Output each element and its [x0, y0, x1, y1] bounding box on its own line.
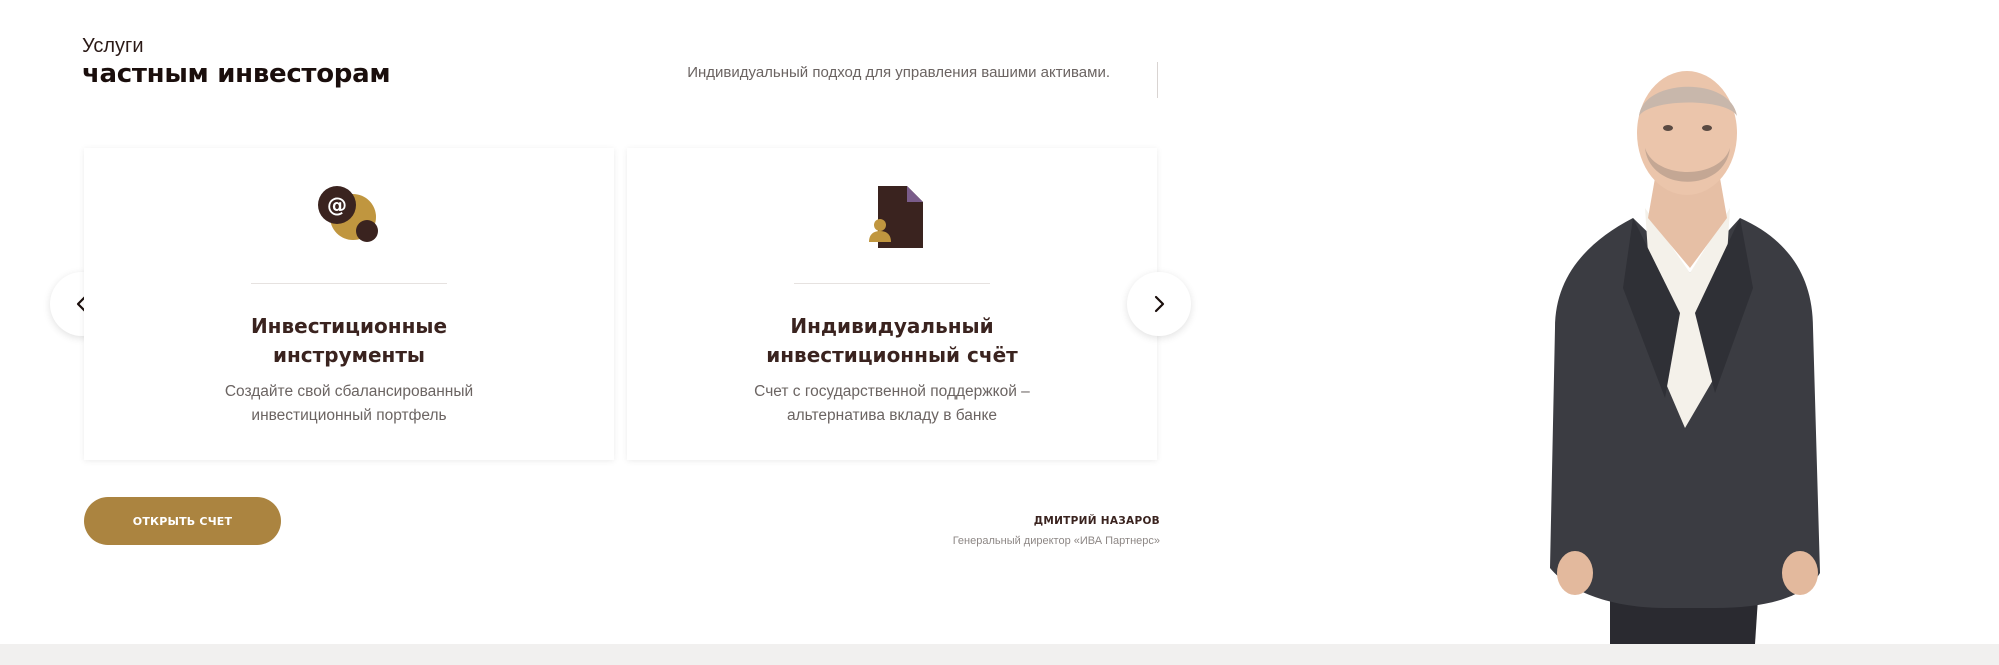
card-title: Инвестиционные инструменты: [250, 314, 448, 367]
person-name: ДМИТРИЙ НАЗАРОВ: [1033, 515, 1160, 527]
service-card-iis[interactable]: Индивидуальный инвестиционный счёт Счет …: [627, 148, 1157, 460]
card-description: Счет с государственной поддержкой – альт…: [754, 383, 1030, 424]
section-title-big: частным инвесторам: [82, 59, 391, 89]
chevron-right-icon: [1154, 295, 1165, 313]
card-description: Создайте свой сбалансированный инвестици…: [224, 383, 474, 424]
card-divider: [794, 283, 990, 284]
section-heading: Услуги частным инвесторам: [82, 34, 391, 90]
footer-strip: [0, 644, 1999, 665]
card-divider: [251, 283, 447, 284]
document-person-icon: [869, 186, 923, 248]
card-title: Индивидуальный инвестиционный счёт: [766, 314, 1018, 367]
carousel-next-button[interactable]: [1127, 272, 1191, 336]
section-subtitle: Индивидуальный подход для управления ваш…: [687, 64, 1110, 81]
email-at-icon: @: [318, 186, 378, 242]
subtitle-divider: [1157, 62, 1158, 98]
open-account-button[interactable]: ОТКРЫТЬ СЧЕТ: [84, 497, 281, 545]
section-title-small: Услуги: [82, 35, 144, 57]
person-role: Генеральный директор «ИВА Партнерс»: [952, 535, 1160, 547]
service-card-investment-tools[interactable]: @ Инвестиционные инструменты Создайте св…: [84, 148, 614, 460]
svg-text:@: @: [327, 193, 347, 217]
ceo-portrait: [1550, 71, 1820, 644]
